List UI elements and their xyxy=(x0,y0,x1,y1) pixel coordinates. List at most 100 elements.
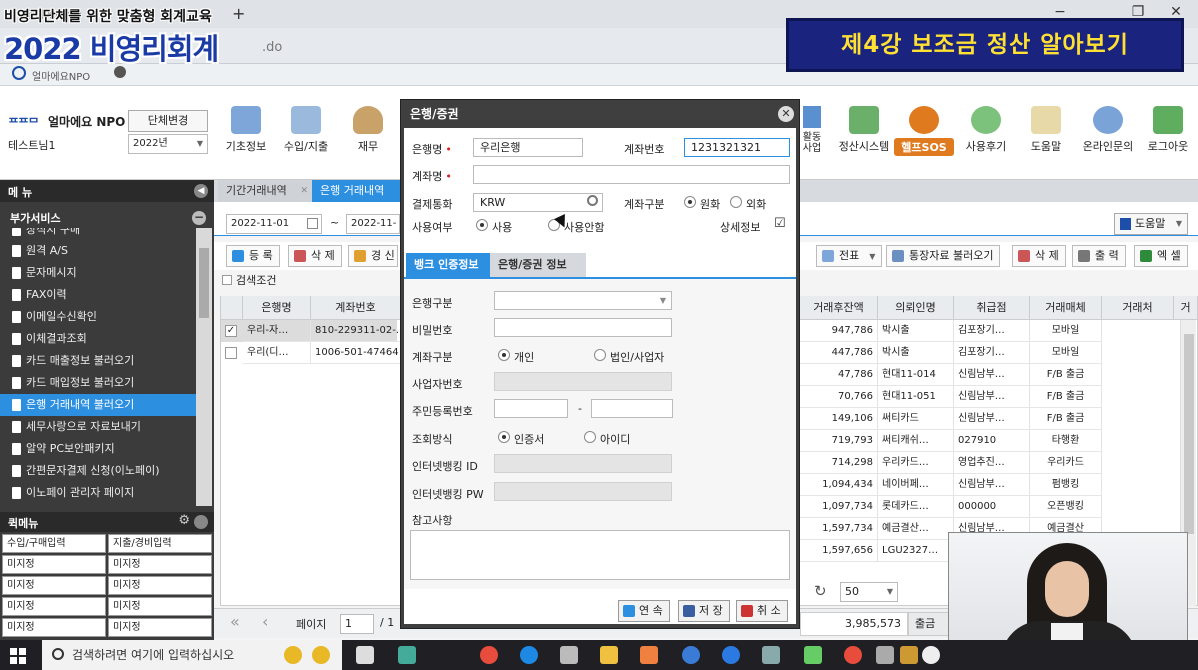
cell-balance[interactable]: 1,597,656 xyxy=(800,540,878,562)
quick-menu-item[interactable]: 미지정 xyxy=(108,555,212,574)
sidebar-section[interactable]: 부가서비스 − xyxy=(0,208,214,228)
sidebar-item[interactable]: 이체결과조회 xyxy=(0,328,196,350)
cell-medium[interactable]: 펌뱅킹 xyxy=(1030,474,1102,496)
rrn-back-input[interactable] xyxy=(591,399,673,418)
cell-branch[interactable]: 김포장기… xyxy=(954,342,1030,364)
cell-medium[interactable]: 오픈뱅킹 xyxy=(1030,496,1102,518)
sidebar-item[interactable]: 장식지 구매 xyxy=(0,228,196,240)
calendar-icon[interactable] xyxy=(307,218,318,229)
grid-header[interactable]: 거래처 xyxy=(1102,296,1174,320)
tool-income-expense[interactable]: 수입/지출 xyxy=(276,106,336,154)
app-icon[interactable] xyxy=(682,646,700,664)
page-input[interactable]: 1 xyxy=(340,614,374,634)
tool-settlement[interactable]: 정산시스템 xyxy=(834,106,894,154)
sidebar-item[interactable]: 원격 A/S xyxy=(0,240,196,262)
delete-row-button[interactable]: 삭 제 xyxy=(1012,245,1066,267)
cell-requester[interactable]: 현대11-014 xyxy=(878,364,954,386)
quick-menu-item[interactable]: 지출/경비입력 xyxy=(108,534,212,553)
sidebar-item[interactable]: 카드 매입정보 불러오기 xyxy=(0,372,196,394)
cell-requester[interactable]: 우리카드… xyxy=(878,452,954,474)
cell-requester[interactable]: 네이버페… xyxy=(878,474,954,496)
sidebar-item[interactable]: 카드 매출정보 불러오기 xyxy=(0,350,196,372)
date-to-input[interactable]: 2022-11-2 xyxy=(346,214,400,234)
grid-header[interactable]: 거 xyxy=(1174,296,1198,320)
quick-menu-item[interactable]: 수입/구매입력 xyxy=(2,534,106,553)
chrome-icon[interactable] xyxy=(480,646,498,664)
refresh-icon[interactable]: ↻ xyxy=(814,582,827,600)
cell-balance[interactable]: 947,786 xyxy=(800,320,878,342)
chevron-down-icon[interactable] xyxy=(194,515,208,529)
sidebar-item[interactable]: 간편문자결제 신청(이노페이) xyxy=(0,460,196,482)
cell-branch[interactable]: 김포장기… xyxy=(954,320,1030,342)
cell-requester[interactable]: LGU2327… xyxy=(878,540,954,562)
grid-header[interactable]: 의뢰인명 xyxy=(878,296,954,320)
query-cert-radio[interactable]: 인증서 xyxy=(498,431,544,447)
cell-requester[interactable]: 써티캐쉬… xyxy=(878,430,954,452)
cell-requester[interactable]: 박시출 xyxy=(878,320,954,342)
note-textarea[interactable] xyxy=(410,530,790,580)
cell-medium[interactable]: F/B 출금 xyxy=(1030,386,1102,408)
account-holder-input[interactable] xyxy=(473,165,790,184)
import-passbook-button[interactable]: 통장자료 불러오기 xyxy=(886,245,1001,267)
cell-branch[interactable]: 신림남부… xyxy=(954,408,1030,430)
cell-bank[interactable]: 우리(디… xyxy=(243,342,311,364)
cell-medium[interactable]: F/B 출금 xyxy=(1030,408,1102,430)
prev-page-icon[interactable]: ‹ xyxy=(262,612,268,631)
edge-icon[interactable] xyxy=(520,646,538,664)
sidebar-item[interactable]: 세무사랑으로 자료보내기 xyxy=(0,416,196,438)
continue-button[interactable]: 연 속 xyxy=(618,600,670,622)
grid-header[interactable]: 은행명 xyxy=(243,296,311,320)
search-icon[interactable] xyxy=(587,195,598,206)
cell-balance[interactable]: 1,094,434 xyxy=(800,474,878,496)
tool-finance[interactable]: 재무 xyxy=(338,106,398,154)
collapse-left-icon[interactable]: ◀ xyxy=(194,184,208,198)
password-input[interactable] xyxy=(494,318,672,337)
help-dropdown[interactable]: 도움말 ▼ xyxy=(1114,213,1188,235)
cell-requester[interactable]: 박시출 xyxy=(878,342,954,364)
cell-balance[interactable]: 1,597,734 xyxy=(800,518,878,540)
quick-menu-item[interactable]: 미지정 xyxy=(2,555,106,574)
quick-menu-item[interactable]: 미지정 xyxy=(108,597,212,616)
cell-branch[interactable]: 027910 xyxy=(954,430,1030,452)
gear-icon[interactable]: ⚙ xyxy=(178,513,190,528)
cell-account[interactable]: 810-229311-02-… xyxy=(311,320,401,342)
close-icon[interactable]: ✕ xyxy=(300,180,308,202)
sidebar-item[interactable]: 문자메시지 xyxy=(0,262,196,284)
cell-requester[interactable]: 예금결산… xyxy=(878,518,954,540)
cell-balance[interactable]: 719,793 xyxy=(800,430,878,452)
sidebar-item[interactable]: FAX이력 xyxy=(0,284,196,306)
grid-header[interactable]: 거래매체 xyxy=(1030,296,1102,320)
tool-help[interactable]: 도움말 xyxy=(1016,106,1076,154)
sidebar-item[interactable]: 알약 PC보안패키지 xyxy=(0,438,196,460)
cell-requester[interactable]: 롯데카드… xyxy=(878,496,954,518)
cell-balance[interactable]: 447,786 xyxy=(800,342,878,364)
app-icon[interactable] xyxy=(762,646,780,664)
tool-activity[interactable]: 활동 사업 xyxy=(800,106,824,154)
tool-basic-info[interactable]: 기초정보 xyxy=(216,106,276,154)
search-condition-toggle[interactable]: 검색조건 xyxy=(222,272,276,288)
search-condition-checkbox[interactable] xyxy=(222,275,232,285)
app-icon[interactable] xyxy=(640,646,658,664)
rrn-front-input[interactable] xyxy=(494,399,568,418)
sidebar-item-bank-import[interactable]: 은행 거래내역 불러오기 xyxy=(0,394,196,416)
cell-medium[interactable]: F/B 출금 xyxy=(1030,364,1102,386)
cancel-button[interactable]: 취 소 xyxy=(736,600,788,622)
sidebar-item[interactable]: 이노페이 관리자 페이지 xyxy=(0,482,196,504)
voucher-button[interactable]: 전표 ▼ xyxy=(816,245,883,267)
network-icon[interactable] xyxy=(560,646,578,664)
tab-bank-info[interactable]: 은행/증권 정보 xyxy=(490,253,586,277)
app-icon[interactable] xyxy=(922,646,940,664)
tab-period-transactions[interactable]: 기간거래내역 ✕ xyxy=(218,180,312,202)
cell-balance[interactable]: 149,106 xyxy=(800,408,878,430)
cell-medium[interactable]: 우리카드 xyxy=(1030,452,1102,474)
scroll-thumb[interactable] xyxy=(199,248,209,318)
update-button[interactable]: 경 신 xyxy=(348,245,398,267)
sidebar-item[interactable]: 이메일수신확인 xyxy=(0,306,196,328)
grid-header[interactable]: 취급점 xyxy=(954,296,1030,320)
query-id-radio[interactable]: 아이디 xyxy=(584,431,630,447)
print-button[interactable]: 출 력 xyxy=(1072,245,1126,267)
app-icon[interactable] xyxy=(804,646,822,664)
currency-input[interactable]: KRW xyxy=(473,193,603,212)
quick-menu-item[interactable]: 미지정 xyxy=(2,618,106,637)
grid-header-check[interactable] xyxy=(221,296,243,320)
